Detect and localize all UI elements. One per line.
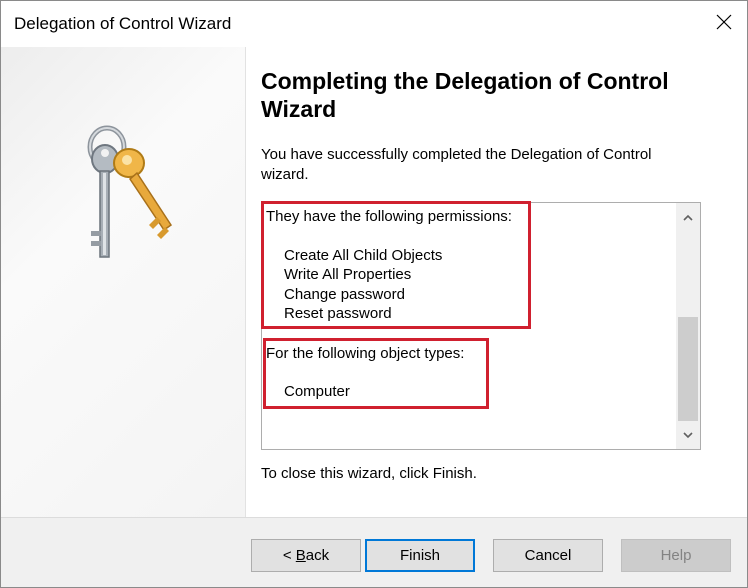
help-button-label: Help <box>660 547 692 564</box>
wizard-side-banner <box>1 47 246 517</box>
scroll-up-button[interactable] <box>676 203 700 231</box>
back-button-prefix: < <box>282 547 296 564</box>
close-button[interactable] <box>701 1 747 47</box>
permissions-highlight-box <box>261 201 531 329</box>
window-title: Delegation of Control Wizard <box>14 14 232 33</box>
scroll-down-button[interactable] <box>676 421 700 449</box>
title-bar: Delegation of Control Wizard <box>1 1 747 47</box>
finish-button-label: Finish <box>399 547 440 564</box>
back-button-mnemonic: B <box>295 547 306 564</box>
button-bar: < Back Finish Cancel Help <box>1 518 747 587</box>
wizard-window: Delegation of Control Wizard Completing … <box>0 0 748 588</box>
cancel-button-label: Cancel <box>524 547 572 564</box>
close-icon <box>716 14 732 35</box>
back-button[interactable]: < Back <box>251 539 361 572</box>
vertical-scrollbar[interactable] <box>676 203 700 449</box>
intro-text: You have successfully completed the Dele… <box>261 146 652 183</box>
cancel-button[interactable]: Cancel <box>493 539 603 572</box>
keys-icon <box>79 119 179 274</box>
scroll-up-icon <box>683 208 693 226</box>
back-button-rest: ack <box>305 547 330 564</box>
finish-button[interactable]: Finish <box>365 539 475 572</box>
help-button[interactable]: Help <box>621 539 731 572</box>
close-instructions: To close this wizard, click Finish. <box>261 465 477 482</box>
scroll-thumb[interactable] <box>678 317 698 421</box>
scroll-down-icon <box>683 426 693 444</box>
object-types-highlight-box <box>263 338 489 409</box>
page-title: Completing the Delegation of Control Wiz… <box>261 68 669 122</box>
